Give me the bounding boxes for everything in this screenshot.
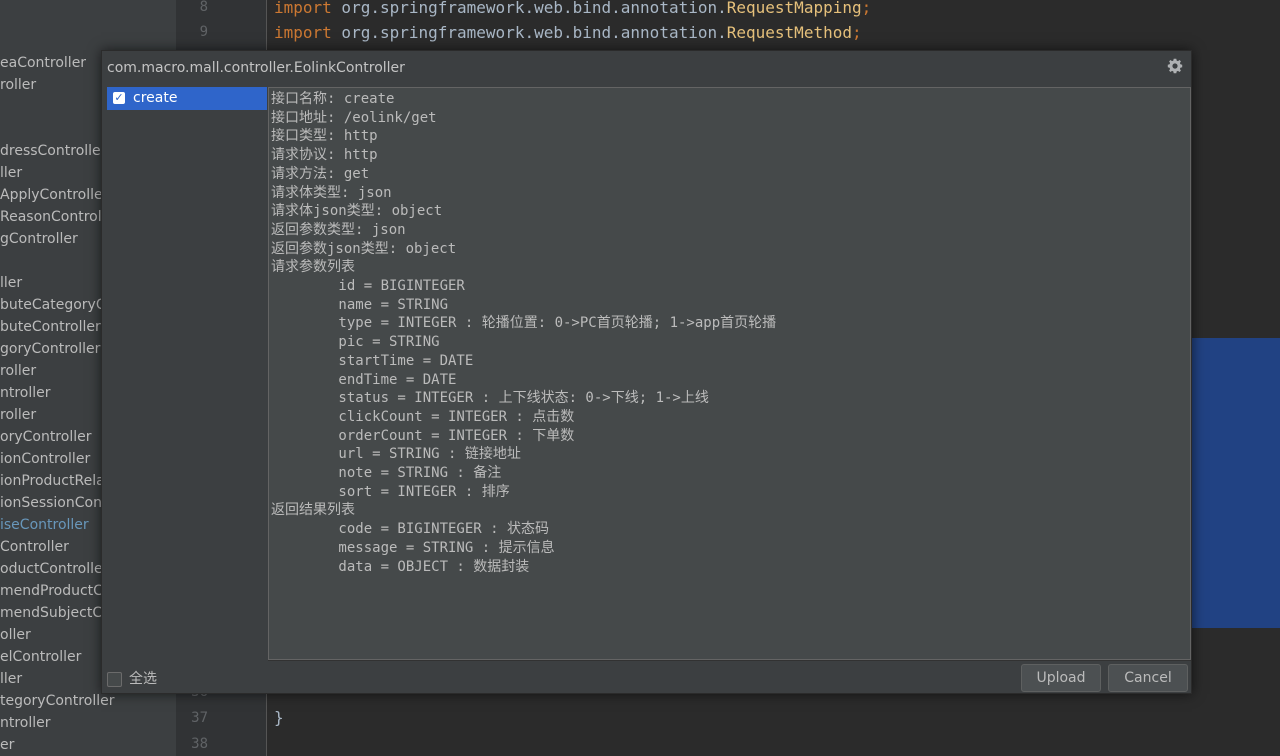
import-keyword: import: [274, 23, 332, 42]
upload-button[interactable]: Upload: [1021, 664, 1101, 692]
cancel-button[interactable]: Cancel: [1108, 664, 1188, 692]
class-name: RequestMapping: [726, 0, 862, 17]
sidebar-item[interactable]: ller: [0, 162, 22, 184]
code-line-8: import org.springframework.web.bind.anno…: [274, 0, 871, 17]
method-list: ✓ create 全选: [103, 87, 267, 691]
sidebar-item[interactable]: ionProductRela: [0, 470, 105, 492]
dialog-title: com.macro.mall.controller.EolinkControll…: [107, 60, 405, 76]
semicolon: ;: [851, 23, 862, 42]
sidebar-item[interactable]: roller: [0, 404, 36, 426]
semicolon: ;: [861, 0, 872, 17]
sidebar-item[interactable]: dressController: [0, 140, 106, 162]
select-all-label: 全选: [129, 671, 157, 687]
sidebar-item[interactable]: ller: [0, 668, 22, 690]
sidebar-item[interactable]: ionController: [0, 448, 90, 470]
eolink-upload-dialog: com.macro.mall.controller.EolinkControll…: [101, 50, 1192, 694]
line-number: 8: [199, 0, 208, 15]
editor-selection-highlight: [1190, 338, 1280, 628]
line-number: 9: [199, 24, 208, 40]
sidebar-item[interactable]: ller: [0, 272, 22, 294]
import-keyword: import: [274, 0, 332, 17]
sidebar-item[interactable]: ntroller: [0, 382, 51, 404]
sidebar-item[interactable]: buteController: [0, 316, 101, 338]
sidebar-item[interactable]: Controller: [0, 536, 69, 558]
divider: [268, 660, 1191, 661]
sidebar-item[interactable]: gController: [0, 228, 78, 250]
sidebar-item[interactable]: elController: [0, 646, 81, 668]
sidebar-item[interactable]: buteCategoryC: [0, 294, 106, 316]
sidebar-item[interactable]: ApplyControlle: [0, 184, 103, 206]
gear-icon[interactable]: [1167, 58, 1183, 74]
sidebar-item[interactable]: roller: [0, 360, 36, 382]
api-detail-textarea[interactable]: 接口名称: create 接口地址: /eolink/get 接口类型: htt…: [268, 87, 1191, 660]
sidebar-item[interactable]: eaController: [0, 52, 86, 74]
sidebar-item[interactable]: oryController: [0, 426, 91, 448]
sidebar-item[interactable]: er: [0, 734, 14, 756]
sidebar-item[interactable]: oller: [0, 624, 31, 646]
sidebar-item[interactable]: ntroller: [0, 712, 51, 734]
package-path: org.springframework.web.bind.annotation.: [331, 0, 727, 17]
sidebar-item[interactable]: mendProductC: [0, 580, 103, 602]
code-line-37: }: [274, 708, 284, 727]
api-detail-text: 接口名称: create 接口地址: /eolink/get 接口类型: htt…: [271, 91, 777, 575]
line-number: 37: [191, 710, 208, 726]
line-number: 38: [191, 736, 208, 752]
sidebar-item[interactable]: ionSessionCon: [0, 492, 102, 514]
sidebar-item[interactable]: oductControlle: [0, 558, 103, 580]
sidebar-item[interactable]: ReasonControl: [0, 206, 102, 228]
sidebar-item[interactable]: iseController: [0, 514, 89, 536]
checkbox-checked-icon[interactable]: ✓: [113, 92, 125, 104]
sidebar-item[interactable]: roller: [0, 74, 36, 96]
checkbox-unchecked-icon[interactable]: [107, 672, 122, 687]
code-line-9: import org.springframework.web.bind.anno…: [274, 23, 862, 42]
list-item[interactable]: ✓ create: [107, 87, 267, 110]
sidebar-item[interactable]: tegoryController: [0, 690, 114, 712]
sidebar-item[interactable]: goryController: [0, 338, 100, 360]
method-name: create: [133, 90, 178, 106]
package-path: org.springframework.web.bind.annotation.: [331, 23, 727, 42]
class-name: RequestMethod: [726, 23, 852, 42]
sidebar-item[interactable]: mendSubjectC: [0, 602, 102, 624]
